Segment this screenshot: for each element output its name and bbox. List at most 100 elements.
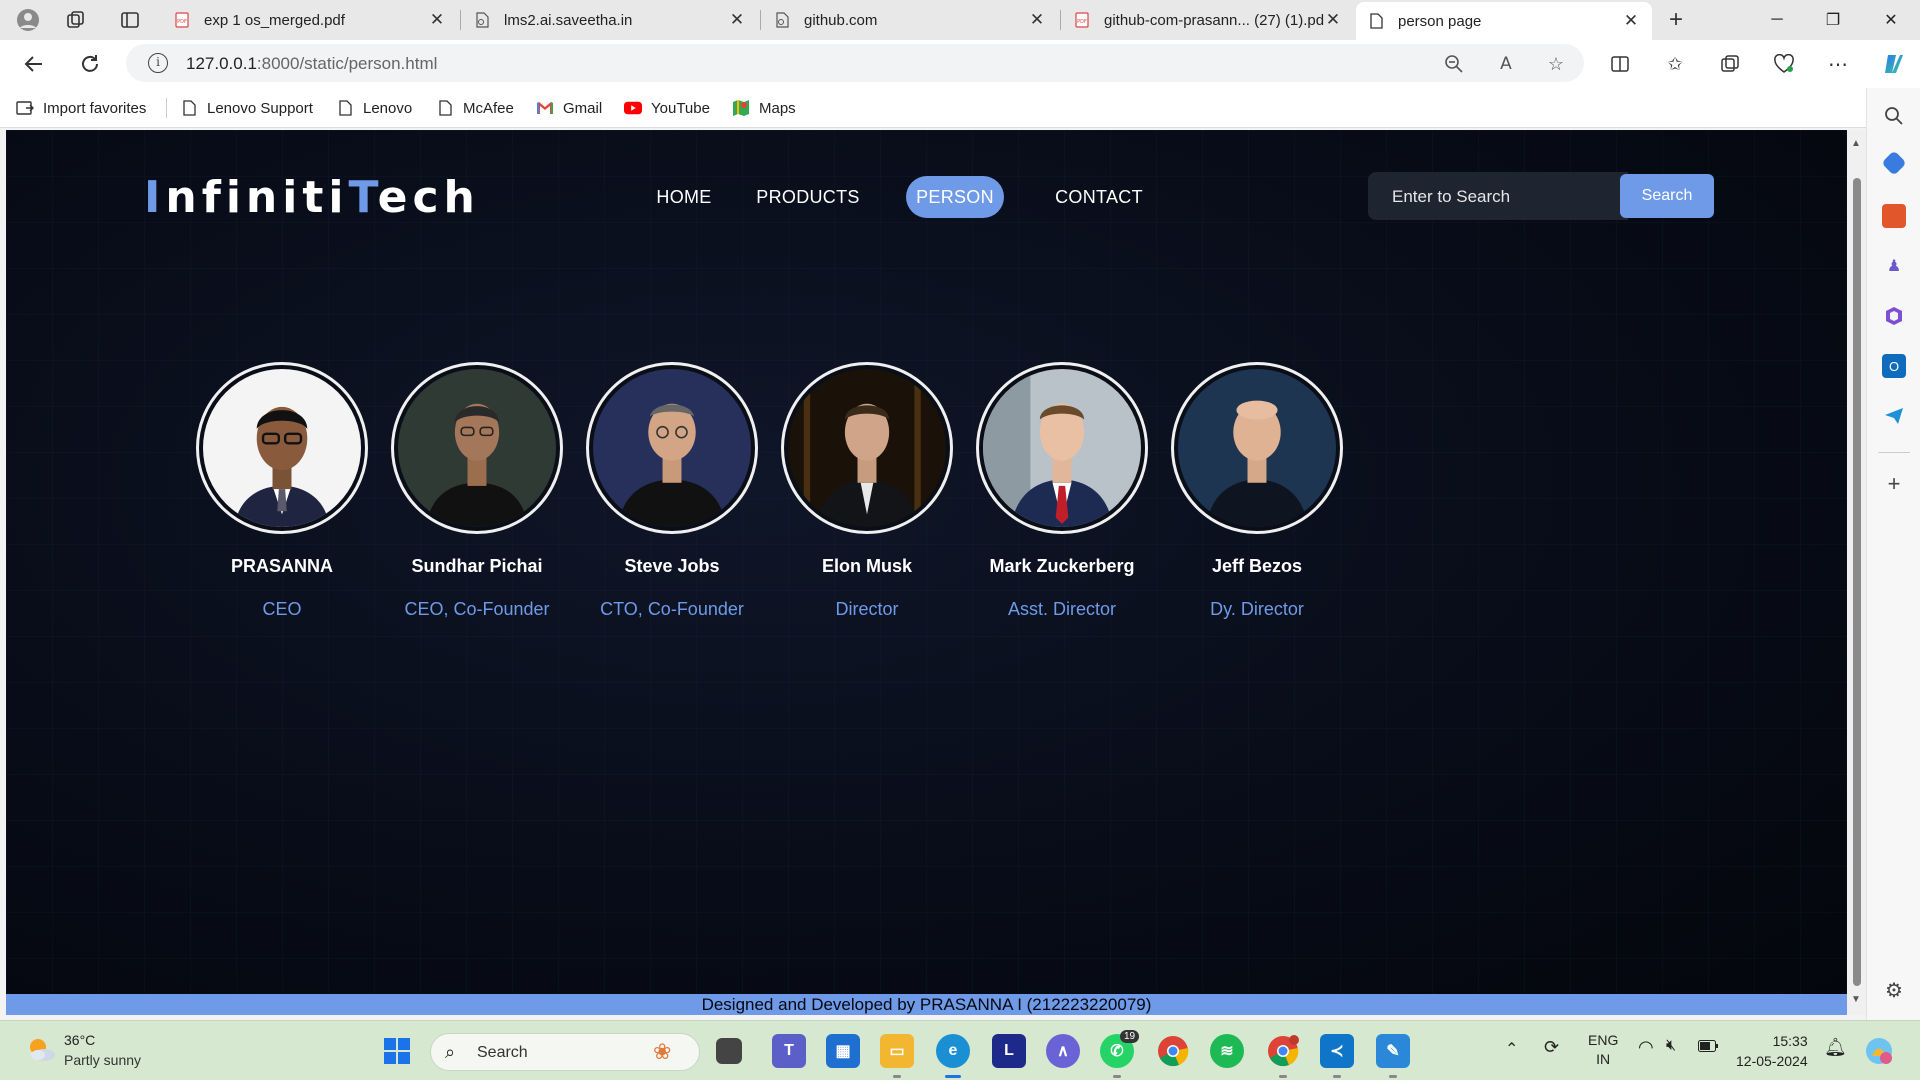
bookmark-lenovo[interactable]: Lenovo xyxy=(336,96,412,120)
nav-home[interactable]: HOME xyxy=(642,176,726,218)
settings-gear-icon[interactable]: ⚙ xyxy=(1882,978,1906,1002)
chrome-icon[interactable] xyxy=(1156,1034,1190,1068)
avatar xyxy=(196,362,368,534)
more-options-icon[interactable]: ⋯ xyxy=(1824,50,1852,78)
shopping-tag-icon[interactable] xyxy=(1881,150,1907,176)
logo-text: ech xyxy=(377,172,480,223)
copilot-icon[interactable] xyxy=(1880,50,1908,78)
favorites-icon[interactable]: ✩ xyxy=(1661,50,1689,78)
scroll-down-icon[interactable]: ▼ xyxy=(1851,994,1861,1005)
close-window-icon[interactable]: ✕ xyxy=(1864,0,1918,40)
profile-icon[interactable] xyxy=(14,6,42,34)
battery-icon[interactable] xyxy=(1698,1039,1718,1055)
person-card: PRASANNA CEO xyxy=(196,362,368,620)
tab-github-pdf[interactable]: PDF github-com-prasann... (27) (1).pdf ✕ xyxy=(1062,4,1354,36)
address-bar[interactable]: i 127.0.0.1:8000/static/person.html A ☆ xyxy=(126,44,1584,82)
browser-essentials-icon[interactable] xyxy=(1770,50,1798,78)
edge-browser-icon[interactable]: e xyxy=(936,1034,970,1068)
bookmark-lenovo-support[interactable]: Lenovo Support xyxy=(180,96,313,120)
arc-app-icon[interactable]: ∧ xyxy=(1046,1034,1080,1068)
whatsapp-badge: 19 xyxy=(1120,1030,1140,1043)
person-role: Director xyxy=(835,599,899,619)
read-aloud-icon[interactable]: A xyxy=(1494,52,1518,76)
search-icon: ⌕ xyxy=(445,1042,456,1062)
close-tab-icon[interactable]: ✕ xyxy=(428,10,446,30)
bookmark-youtube[interactable]: YouTube xyxy=(624,96,710,120)
volume-muted-icon[interactable]: 🔇︎ xyxy=(1666,1037,1676,1055)
lenovo-l-icon[interactable]: L xyxy=(992,1034,1026,1068)
tab-actions-icon[interactable] xyxy=(116,6,144,34)
bookmark-import-favorites[interactable]: Import favorites xyxy=(16,96,146,120)
avatar xyxy=(1171,362,1343,534)
bookmark-mcafee[interactable]: McAfee xyxy=(436,96,514,120)
tab-pdf-os-merged[interactable]: PDF exp 1 os_merged.pdf ✕ xyxy=(162,4,458,36)
nav-contact[interactable]: CONTACT xyxy=(1046,176,1152,218)
weather-sun-cloud-icon[interactable] xyxy=(24,1033,58,1067)
search-icon[interactable] xyxy=(1882,104,1906,128)
nav-person[interactable]: PERSON xyxy=(906,176,1004,218)
close-tab-icon[interactable]: ✕ xyxy=(1324,10,1342,30)
bookmark-label: Maps xyxy=(759,99,796,117)
teams-icon[interactable]: T xyxy=(772,1034,806,1068)
tab-lms[interactable]: lms2.ai.saveetha.in ✕ xyxy=(462,4,758,36)
task-view-icon[interactable] xyxy=(716,1038,742,1064)
url-text[interactable]: 127.0.0.1:8000/static/person.html xyxy=(186,54,437,74)
minimize-icon[interactable]: ─ xyxy=(1750,0,1804,40)
office-icon[interactable] xyxy=(1882,304,1906,328)
gmail-icon xyxy=(536,99,554,117)
collections-icon[interactable] xyxy=(1716,50,1744,78)
tab-github[interactable]: github.com ✕ xyxy=(762,4,1058,36)
search-button[interactable]: Search xyxy=(1620,174,1714,218)
send-icon[interactable] xyxy=(1882,404,1906,428)
bookmark-divider xyxy=(166,98,167,118)
search-input[interactable]: Enter to Search xyxy=(1368,172,1628,220)
person-name: Elon Musk xyxy=(821,556,912,576)
nav-products[interactable]: PRODUCTS xyxy=(748,176,868,218)
notification-bell-icon[interactable]: 🔔︎ xyxy=(1824,1037,1847,1058)
favorite-star-icon[interactable]: ☆ xyxy=(1544,52,1568,76)
scroll-thumb[interactable] xyxy=(1853,178,1861,986)
split-screen-icon[interactable] xyxy=(1606,50,1634,78)
zoom-out-icon[interactable] xyxy=(1442,52,1466,76)
language-indicator[interactable]: ENG IN xyxy=(1588,1031,1618,1069)
url-host: 127.0.0.1 xyxy=(186,54,257,73)
site-logo[interactable]: InfinitiTech xyxy=(144,172,480,223)
paint-icon[interactable]: ✎ xyxy=(1376,1034,1410,1068)
person-name: Steve Jobs xyxy=(624,556,720,576)
taskbar-search-input[interactable]: ⌕ Search ❀ xyxy=(430,1033,700,1071)
sync-icon[interactable]: ⟳ xyxy=(1544,1037,1559,1058)
weather-temperature[interactable]: 36°C xyxy=(64,1032,95,1048)
show-hidden-icons-icon[interactable]: ⌃ xyxy=(1505,1039,1518,1059)
tools-briefcase-icon[interactable] xyxy=(1882,204,1906,228)
games-icon[interactable]: ♟ xyxy=(1882,254,1906,278)
microsoft-store-icon[interactable]: ▦ xyxy=(826,1034,860,1068)
file-explorer-icon[interactable]: ▭ xyxy=(880,1034,914,1068)
avatar xyxy=(586,362,758,534)
sidebar-divider xyxy=(1878,452,1910,453)
back-arrow-icon[interactable] xyxy=(18,48,50,80)
weather-description[interactable]: Partly sunny xyxy=(64,1052,141,1068)
windows-start-icon[interactable] xyxy=(380,1034,414,1068)
restore-icon[interactable]: ❐ xyxy=(1806,0,1860,40)
bookmark-gmail[interactable]: Gmail xyxy=(536,96,602,120)
close-tab-icon[interactable]: ✕ xyxy=(728,10,746,30)
vscode-icon[interactable]: ≺ xyxy=(1320,1034,1354,1068)
bookmark-maps[interactable]: Maps xyxy=(732,96,796,120)
close-tab-icon[interactable]: ✕ xyxy=(1622,11,1640,31)
close-tab-icon[interactable]: ✕ xyxy=(1028,10,1046,30)
page-scrollbar[interactable]: ▲ ▼ xyxy=(1847,130,1866,1015)
scroll-up-icon[interactable]: ▲ xyxy=(1851,138,1861,149)
import-icon xyxy=(16,99,34,117)
spotify-icon[interactable]: ≋ xyxy=(1210,1034,1244,1068)
wifi-icon[interactable]: ◠ xyxy=(1638,1037,1654,1058)
site-info-icon[interactable]: i xyxy=(148,53,168,73)
chrome-profile-icon[interactable] xyxy=(1266,1034,1300,1068)
tab-person-page[interactable]: person page ✕ xyxy=(1356,2,1652,40)
new-tab-icon[interactable]: + xyxy=(1662,6,1690,34)
copilot-taskbar-icon[interactable] xyxy=(1862,1034,1896,1068)
add-icon[interactable]: + xyxy=(1882,471,1906,496)
system-clock[interactable]: 15:33 12-05-2024 xyxy=(1736,1031,1808,1071)
refresh-icon[interactable] xyxy=(74,48,106,80)
outlook-icon[interactable]: O xyxy=(1882,354,1906,378)
workspaces-icon[interactable] xyxy=(62,6,90,34)
